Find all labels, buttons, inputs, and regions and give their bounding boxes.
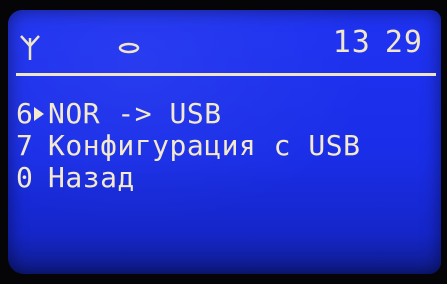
selection-cursor-icon xyxy=(34,107,44,121)
clock: 13 29 xyxy=(333,26,423,60)
menu-list: 6 NOR -> USB 7 Конфигурация с USB 0 Наза… xyxy=(16,98,436,194)
menu-item-config-from-usb[interactable]: 7 Конфигурация с USB xyxy=(16,130,436,162)
clock-hours: 13 xyxy=(332,25,371,60)
menu-item-number: 6 xyxy=(16,97,33,130)
header-divider xyxy=(16,73,436,76)
menu-item-back[interactable]: 0 Назад xyxy=(16,162,436,194)
menu-item-label: NOR -> USB xyxy=(48,97,222,130)
clock-minutes: 29 xyxy=(384,25,423,60)
link-icon xyxy=(118,42,140,54)
menu-item-number: 0 xyxy=(16,161,33,194)
device-bezel: 13 29 6 NOR -> USB 7 Конфигурация с USB 0… xyxy=(0,0,447,284)
lcd-screen: 13 29 6 NOR -> USB 7 Конфигурация с USB 0… xyxy=(8,10,441,274)
menu-item-nor-to-usb[interactable]: 6 NOR -> USB xyxy=(16,98,436,130)
menu-item-label: Назад xyxy=(48,161,135,194)
menu-item-number: 7 xyxy=(16,129,33,162)
menu-item-label: Конфигурация с USB xyxy=(48,129,361,162)
antenna-icon xyxy=(20,35,40,60)
